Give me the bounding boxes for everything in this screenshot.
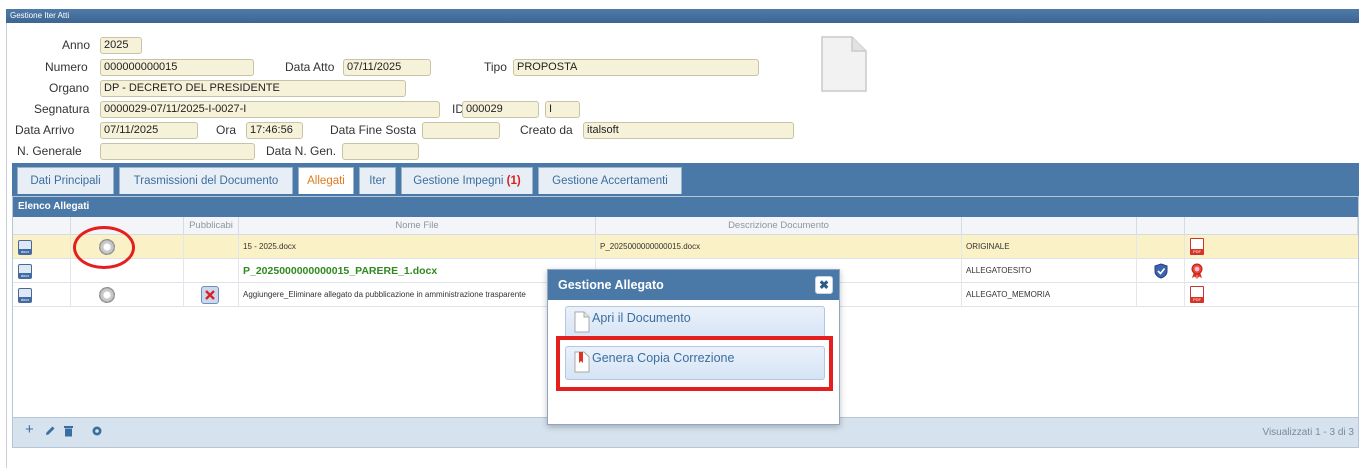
- table-row[interactable]: 15 - 2025.docx P_2025000000000015.docx O…: [13, 235, 1358, 259]
- row-firma-cell: [1137, 259, 1185, 283]
- row-nome-file: Aggiungere_Eliminare allegato da pubblic…: [239, 283, 596, 307]
- delete-icon[interactable]: [63, 425, 74, 437]
- data-n-gen-field[interactable]: [342, 143, 419, 160]
- document-preview-icon[interactable]: [820, 35, 868, 93]
- row-icon-cell: [13, 235, 71, 259]
- shield-icon[interactable]: [1154, 263, 1168, 279]
- tab-gestione-impegni[interactable]: Gestione Impegni (1): [401, 167, 533, 194]
- id-suffix-field[interactable]: I: [545, 101, 580, 118]
- tab-gestione-accertamenti[interactable]: Gestione Accertamenti: [538, 167, 682, 194]
- unpublish-icon[interactable]: [201, 286, 219, 304]
- row-pubblicabile-cell: [184, 259, 239, 283]
- row-firma-cell: [1137, 283, 1185, 307]
- row-descrizione: P_2025000000000015.docx: [596, 235, 962, 259]
- numero-label: Numero: [45, 60, 88, 74]
- col-header-tipo: [962, 217, 1137, 235]
- ora-field[interactable]: 17:46:56: [246, 122, 303, 139]
- anno-field[interactable]: 2025: [100, 37, 142, 54]
- row-pubblicabile-cell: [184, 283, 239, 307]
- apri-documento-button[interactable]: Apri il Documento: [565, 306, 825, 340]
- docx-icon[interactable]: [18, 240, 32, 255]
- edit-icon[interactable]: [44, 425, 56, 437]
- row-icon-cell: [13, 283, 71, 307]
- tab-label: Iter: [369, 175, 386, 187]
- row-pdf-cell: [1185, 283, 1358, 307]
- tab-label: Allegati: [307, 175, 345, 187]
- gear-icon[interactable]: [99, 287, 115, 303]
- tab-allegati[interactable]: Allegati: [298, 167, 354, 194]
- col-header-icon: [13, 217, 71, 235]
- docx-icon[interactable]: [18, 264, 32, 279]
- ora-label: Ora: [216, 123, 237, 137]
- n-generale-field[interactable]: [100, 143, 255, 160]
- creato-da-field[interactable]: italsoft: [583, 122, 794, 139]
- tab-label: Gestione Accertamenti: [552, 175, 668, 187]
- apri-documento-label: Apri il Documento: [592, 311, 691, 325]
- pagination-status: Visualizzati 1 - 3 di 3: [1262, 427, 1354, 438]
- creato-da-label: Creato da: [520, 123, 573, 137]
- row-nome-file: 15 - 2025.docx: [239, 235, 596, 259]
- col-header-nome-file[interactable]: Nome File: [239, 217, 596, 235]
- col-header-pubblicabile[interactable]: Pubblicabi: [184, 217, 239, 235]
- col-header-descrizione[interactable]: Descrizione Documento: [596, 217, 962, 235]
- tab-label: Gestione Impegni: [413, 175, 504, 187]
- row-nome-file: P_2025000000000015_PARERE_1.docx: [239, 259, 596, 283]
- data-n-gen-label: Data N. Gen.: [266, 144, 337, 158]
- data-arrivo-label: Data Arrivo: [15, 123, 75, 137]
- pdf-icon[interactable]: [1190, 238, 1204, 255]
- tipo-field[interactable]: PROPOSTA: [513, 59, 759, 76]
- segnatura-field[interactable]: 0000029-07/11/2025-I-0027-I: [100, 101, 440, 118]
- tab-bar: Dati Principali Trasmissioni del Documen…: [12, 163, 1359, 196]
- data-atto-label: Data Atto: [285, 60, 335, 74]
- row-firma-cell: [1137, 235, 1185, 259]
- id-field[interactable]: 000029: [462, 101, 539, 118]
- n-generale-label: N. Generale: [17, 144, 82, 158]
- remove-icon: [205, 290, 215, 300]
- data-fine-sosta-label: Data Fine Sosta: [330, 123, 417, 137]
- data-fine-sosta-field[interactable]: [422, 122, 500, 139]
- close-icon[interactable]: ✖: [815, 276, 833, 294]
- anno-label: Anno: [62, 38, 91, 52]
- tab-iter[interactable]: Iter: [359, 167, 396, 194]
- organo-field[interactable]: DP - DECRETO DEL PRESIDENTE: [100, 80, 406, 97]
- row-tipo: ORIGINALE: [962, 235, 1137, 259]
- grid-title: Elenco Allegati: [13, 197, 1358, 217]
- col-header-pdf: [1185, 217, 1358, 235]
- settings-icon[interactable]: [91, 425, 103, 437]
- tab-count-badge: (1): [506, 175, 521, 187]
- highlight-circle: [73, 226, 135, 269]
- numero-field[interactable]: 000000000015: [100, 59, 254, 76]
- tab-label: Trasmissioni del Documento: [133, 175, 279, 187]
- tab-trasmissioni[interactable]: Trasmissioni del Documento: [119, 167, 293, 194]
- col-header-firma: [1137, 217, 1185, 235]
- row-icon-cell: [13, 259, 71, 283]
- docx-icon[interactable]: [18, 288, 32, 303]
- row-tipo: ALLEGATO_MEMORIA: [962, 283, 1137, 307]
- tab-label: Dati Principali: [30, 175, 101, 187]
- data-atto-field[interactable]: 07/11/2025: [343, 59, 431, 76]
- row-tipo: ALLEGATOESITO: [962, 259, 1137, 283]
- pdf-icon[interactable]: [1190, 286, 1204, 303]
- row-pubblicabile-cell: [184, 235, 239, 259]
- row-action-cell: [71, 283, 184, 307]
- document-icon: [574, 311, 590, 333]
- highlight-box: [556, 336, 833, 391]
- add-icon[interactable]: +: [25, 422, 34, 437]
- organo-label: Organo: [49, 81, 90, 95]
- dialog-title: Gestione Allegato: [548, 270, 839, 300]
- data-arrivo-field[interactable]: 07/11/2025: [100, 122, 198, 139]
- row-pdf-cell: [1185, 259, 1358, 283]
- segnatura-label: Segnatura: [34, 102, 90, 116]
- award-ribbon-icon[interactable]: [1191, 263, 1203, 279]
- tipo-label: Tipo: [484, 60, 507, 74]
- tab-dati-principali[interactable]: Dati Principali: [17, 167, 114, 194]
- window-title: Gestione Iter Atti: [6, 9, 1359, 23]
- row-pdf-cell: [1185, 235, 1358, 259]
